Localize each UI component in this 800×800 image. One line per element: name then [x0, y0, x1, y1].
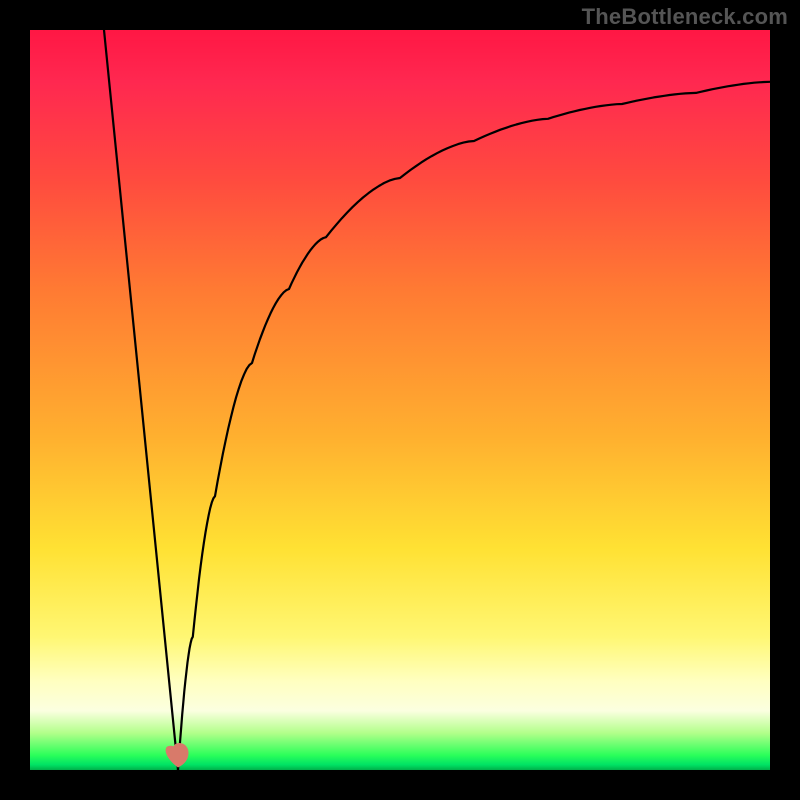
min-point-marker — [166, 744, 188, 767]
chart-overlay — [30, 30, 770, 770]
watermark-text: TheBottleneck.com — [582, 4, 788, 30]
chart-frame: TheBottleneck.com — [0, 0, 800, 800]
curve-right-branch — [178, 82, 770, 770]
curve-left-branch — [104, 30, 178, 770]
plot-area — [30, 30, 770, 770]
